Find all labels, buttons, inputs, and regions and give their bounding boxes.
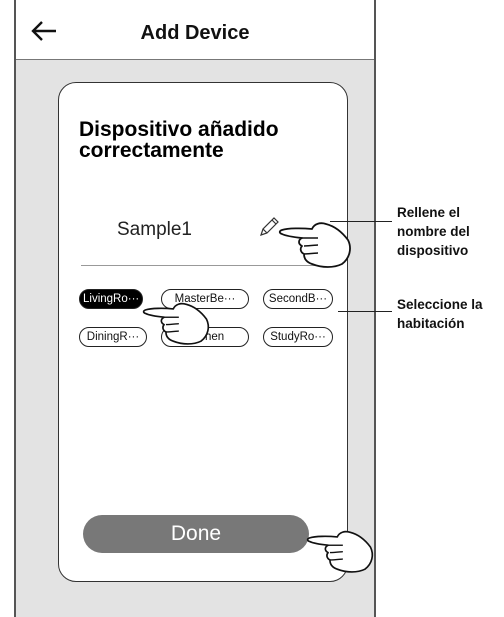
name-callout-line [330,221,392,222]
success-title: Dispositivo añadido correctamente [79,118,279,162]
done-button[interactable]: Done [83,515,309,553]
room-hint-label: Seleccione la habitación [397,297,483,331]
name-hint-label: Rellene el nombre del dispositivo [397,205,470,258]
device-name-field[interactable]: Sample1 [117,219,247,241]
tutorial-page: Add Device Dispositivo añadido correctam… [0,0,504,617]
pointing-hand-icon [306,530,374,573]
pointing-hand-icon [142,302,210,345]
room-chip-study-room[interactable]: StudyRo··· [263,327,333,347]
room-chip-living-room[interactable]: LivingRo··· [79,289,143,309]
room-callout-line [338,311,392,312]
app-header: Add Device [16,0,374,60]
page-title: Add Device [140,22,250,44]
room-chip-dining-room[interactable]: DiningR··· [79,327,147,347]
room-chip-second-bedroom[interactable]: SecondB··· [263,289,333,309]
